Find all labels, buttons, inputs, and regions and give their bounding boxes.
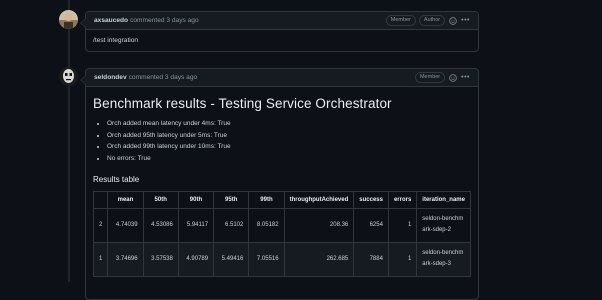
table-cell: 8.05182: [248, 207, 285, 243]
table-cell: 7884: [353, 241, 389, 277]
results-list: Orch added mean latency under 4ms: True …: [93, 120, 471, 162]
comment-header: axsaucedo commented 3 days ago Member Au…: [86, 12, 478, 30]
list-item: Orch added 95th latency under 5ms: True: [107, 132, 471, 139]
comment-author[interactable]: axsaucedo: [94, 17, 128, 24]
comment-card: axsaucedo commented 3 days ago Member Au…: [80, 11, 479, 52]
table-cell: 1: [387, 207, 418, 243]
table-cell: 7.05516: [248, 241, 285, 277]
table-cell: 4.90789: [177, 241, 215, 277]
table-cell: 2: [92, 207, 109, 243]
column-header: [92, 190, 109, 209]
table-cell: 1: [387, 241, 418, 277]
column-header: 95th: [213, 190, 250, 209]
column-header: 50th: [142, 190, 179, 209]
column-header: mean: [107, 190, 144, 209]
comment-timestamp[interactable]: commented 3 days ago: [129, 74, 198, 81]
kebab-menu-icon[interactable]: •••: [461, 74, 470, 81]
comment-header: seldondev commented 3 days ago Member ••…: [86, 69, 478, 87]
comment-timestamp[interactable]: commented 3 days ago: [130, 17, 199, 24]
table-cell: 6.5102: [213, 207, 250, 243]
column-header: 90th: [177, 190, 215, 209]
comment-author[interactable]: seldondev: [94, 74, 127, 81]
column-header: success: [353, 190, 389, 209]
timeline-line: [68, 0, 70, 282]
column-header: throughputAchieved: [283, 190, 355, 209]
comment-body: /test integration: [93, 37, 139, 44]
table-cell: 4.53086: [142, 207, 179, 243]
table-cell: 3.74696: [107, 241, 144, 277]
table-cell: 4.74039: [107, 207, 144, 243]
smiley-icon[interactable]: [449, 16, 457, 25]
table-row: 2 4.74039 4.53086 5.94117 6.5102 8.05182…: [92, 207, 471, 243]
table-cell: 262.685: [283, 241, 355, 277]
list-item: Orch added 99th latency under 10ms: True: [107, 143, 471, 150]
member-badge: Member: [385, 15, 416, 26]
list-item: No errors: True: [107, 155, 471, 162]
comment-body: Benchmark results - Testing Service Orch…: [86, 87, 478, 284]
table-cell: 5.94117: [177, 207, 215, 243]
table-cell: 6254: [353, 207, 389, 243]
benchmark-title: Benchmark results - Testing Service Orch…: [93, 96, 392, 111]
table-cell: 208.36: [283, 207, 355, 243]
table-cell: 5.49416: [213, 241, 250, 277]
results-table-heading: Results table: [93, 174, 140, 184]
list-item: Orch added mean latency under 4ms: True: [107, 120, 471, 127]
smiley-icon[interactable]: [449, 73, 457, 82]
avatar-axsaucedo[interactable]: [59, 10, 78, 29]
avatar-seldondev[interactable]: [59, 67, 78, 86]
table-cell: seldon-benchmark-sdep-3: [416, 241, 471, 277]
column-header: errors: [387, 190, 418, 209]
table-cell: seldon-benchmark-sdep-2: [416, 207, 471, 243]
table-cell: 1: [92, 241, 109, 277]
member-badge: Member: [414, 72, 446, 83]
table-header-row: mean 50th 90th 95th 99th throughputAchie…: [92, 190, 471, 209]
table-row: 1 3.74696 3.57538 4.90789 5.49416 7.0551…: [92, 241, 471, 277]
column-header: 99th: [248, 190, 285, 209]
column-header: iteration_name: [416, 190, 471, 209]
comment-card: seldondev commented 3 days ago Member ••…: [80, 68, 479, 300]
kebab-menu-icon[interactable]: •••: [461, 17, 470, 24]
table-cell: 3.57538: [142, 241, 179, 277]
author-badge: Author: [418, 15, 446, 26]
results-table: mean 50th 90th 95th 99th throughputAchie…: [92, 190, 471, 277]
